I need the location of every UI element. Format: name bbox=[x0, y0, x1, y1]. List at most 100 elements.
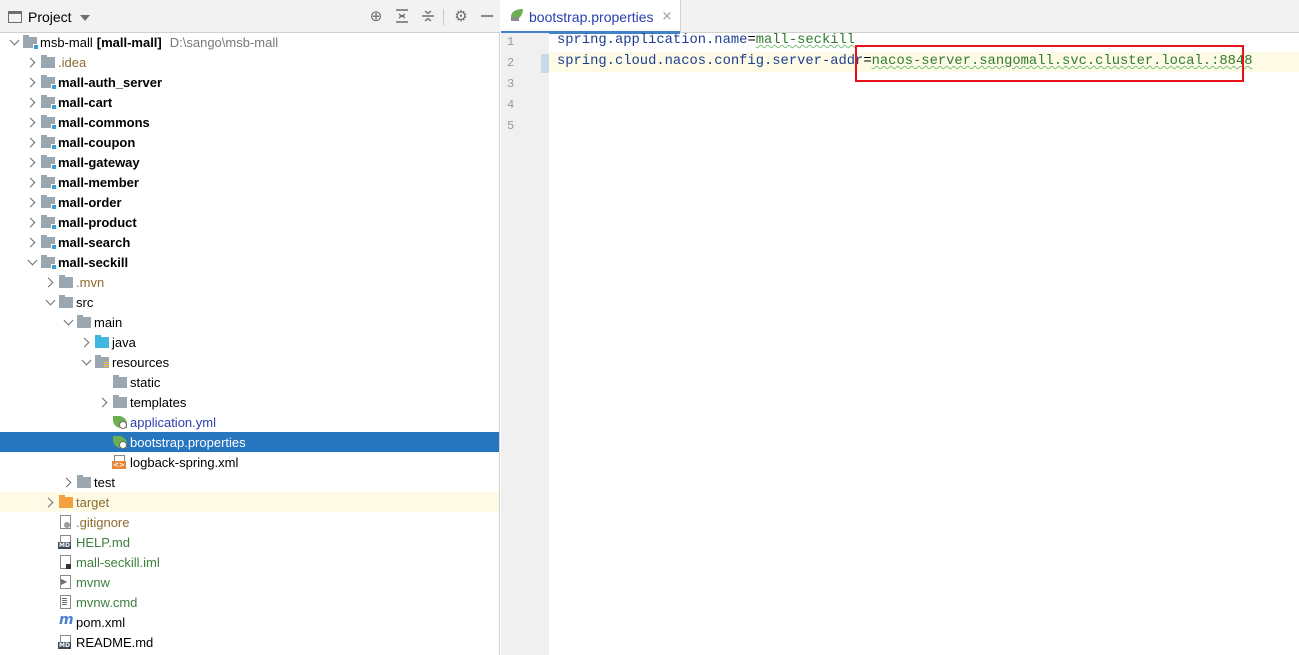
code-line-1[interactable]: spring.application.name=mall-seckill bbox=[557, 33, 855, 48]
script-file-icon: ▶ bbox=[58, 575, 74, 589]
tree-item[interactable]: mall-member bbox=[0, 172, 499, 192]
module-folder-icon bbox=[40, 95, 57, 110]
tab-bootstrap-properties[interactable]: bootstrap.properties × bbox=[501, 0, 682, 34]
tree-item[interactable]: test bbox=[0, 472, 499, 492]
header-divider bbox=[443, 9, 444, 25]
spring-properties-file-icon bbox=[112, 435, 128, 449]
markdown-file-icon: MD bbox=[58, 635, 74, 649]
chevron-right-icon[interactable] bbox=[44, 492, 56, 512]
chevron-right-icon[interactable] bbox=[80, 332, 92, 352]
tree-item[interactable]: mall-product bbox=[0, 212, 499, 232]
tree-item[interactable]: bootstrap.properties bbox=[0, 432, 499, 452]
property-key: spring.application.name bbox=[557, 33, 748, 48]
current-line-marker bbox=[541, 54, 549, 73]
property-separator: = bbox=[747, 33, 756, 48]
folder-icon bbox=[76, 475, 92, 489]
chevron-down-icon[interactable] bbox=[62, 312, 74, 332]
tree-item[interactable]: MD HELP.md bbox=[0, 532, 499, 552]
hide-icon[interactable] bbox=[478, 7, 496, 25]
tree-item-label: .mvn bbox=[76, 274, 105, 290]
tree-item[interactable]: target bbox=[0, 492, 499, 512]
chevron-right-icon[interactable] bbox=[26, 172, 38, 192]
line-number: 1 bbox=[507, 35, 515, 49]
chevron-down-icon[interactable] bbox=[44, 292, 56, 312]
tree-item[interactable]: MD README.md bbox=[0, 632, 499, 652]
tree-item[interactable]: mall-coupon bbox=[0, 132, 499, 152]
tree-item[interactable]: mvnw.cmd bbox=[0, 592, 499, 612]
chevron-right-icon[interactable] bbox=[44, 272, 56, 292]
tree-item-label: .gitignore bbox=[76, 514, 130, 530]
settings-icon[interactable]: ⚙ bbox=[452, 7, 470, 25]
chevron-down-icon[interactable] bbox=[8, 32, 20, 52]
annotation-highlight-box bbox=[855, 45, 1244, 82]
chevron-right-icon[interactable] bbox=[26, 192, 38, 212]
chevron-right-icon[interactable] bbox=[26, 72, 38, 92]
tree-item-label: mall-seckill.iml bbox=[76, 554, 160, 570]
tree-item[interactable]: main bbox=[0, 312, 499, 332]
chevron-down-icon[interactable] bbox=[80, 352, 92, 372]
tree-item[interactable]: .gitignore bbox=[0, 512, 499, 532]
tree-item-label: .idea bbox=[58, 54, 87, 70]
folder-icon bbox=[40, 55, 56, 69]
tree-item-label: static bbox=[130, 374, 161, 390]
tree-item[interactable]: mall-order bbox=[0, 192, 499, 212]
property-key: spring.cloud.nacos.config.server-addr bbox=[557, 54, 864, 69]
tree-item[interactable]: .mvn bbox=[0, 272, 499, 292]
locate-icon[interactable]: ⊕ bbox=[367, 7, 385, 25]
tree-item[interactable]: mall-seckill.iml bbox=[0, 552, 499, 572]
tree-item[interactable]: static bbox=[0, 372, 499, 392]
folder-icon bbox=[58, 295, 74, 309]
tree-item[interactable]: msb-mall [mall-mall] D:\sango\msb-mall bbox=[0, 32, 499, 52]
tree-item-label: test bbox=[94, 474, 115, 490]
chevron-right-icon[interactable] bbox=[26, 112, 38, 132]
tree-item[interactable]: mall-seckill bbox=[0, 252, 499, 272]
expand-all-icon[interactable] bbox=[393, 7, 411, 25]
tree-item[interactable]: templates bbox=[0, 392, 499, 412]
tree-item[interactable]: application.yml bbox=[0, 412, 499, 432]
tree-item-label: mall-product bbox=[58, 214, 137, 230]
source-folder-icon bbox=[94, 335, 110, 349]
tree-item[interactable]: mall-search bbox=[0, 232, 499, 252]
tree-item[interactable]: ▶ mvnw bbox=[0, 572, 499, 592]
tree-item[interactable]: src bbox=[0, 292, 499, 312]
project-title: Project bbox=[28, 9, 72, 25]
line-number: 5 bbox=[507, 119, 515, 133]
tree-item[interactable]: mall-auth_server bbox=[0, 72, 499, 92]
close-icon[interactable]: × bbox=[662, 9, 673, 24]
chevron-right-icon[interactable] bbox=[62, 472, 74, 492]
chevron-right-icon[interactable] bbox=[26, 152, 38, 172]
tree-item-label: templates bbox=[130, 394, 187, 410]
tree-item-label: mall-search bbox=[58, 234, 131, 250]
tree-item[interactable]: resources bbox=[0, 352, 499, 372]
tree-item-label: logback-spring.xml bbox=[130, 454, 239, 470]
tree-item-label: mall-member bbox=[58, 174, 139, 190]
collapse-all-icon[interactable] bbox=[419, 7, 437, 25]
tree-item[interactable]: mall-gateway bbox=[0, 152, 499, 172]
tree-item[interactable]: mall-commons bbox=[0, 112, 499, 132]
chevron-right-icon[interactable] bbox=[26, 92, 38, 112]
tree-item[interactable]: <> logback-spring.xml bbox=[0, 452, 499, 472]
chevron-right-icon[interactable] bbox=[26, 212, 38, 232]
chevron-right-icon[interactable] bbox=[26, 52, 38, 72]
chevron-right-icon[interactable] bbox=[26, 232, 38, 252]
tree-item[interactable]: .idea bbox=[0, 52, 499, 72]
module-folder-icon bbox=[40, 175, 57, 190]
module-folder-icon bbox=[22, 35, 39, 50]
chevron-right-icon[interactable] bbox=[26, 132, 38, 152]
chevron-down-icon bbox=[79, 15, 90, 21]
tree-item-label: mall-coupon bbox=[58, 134, 136, 150]
chevron-right-icon[interactable] bbox=[98, 392, 110, 412]
line-number: 4 bbox=[507, 98, 515, 112]
project-view-selector[interactable]: Project bbox=[8, 8, 90, 26]
folder-icon bbox=[76, 315, 92, 329]
folder-icon bbox=[58, 275, 74, 289]
tree-item[interactable]: mall-cart bbox=[0, 92, 499, 112]
chevron-down-icon[interactable] bbox=[26, 252, 38, 272]
tree-item[interactable]: java bbox=[0, 332, 499, 352]
tree-item[interactable]: m pom.xml bbox=[0, 612, 499, 632]
